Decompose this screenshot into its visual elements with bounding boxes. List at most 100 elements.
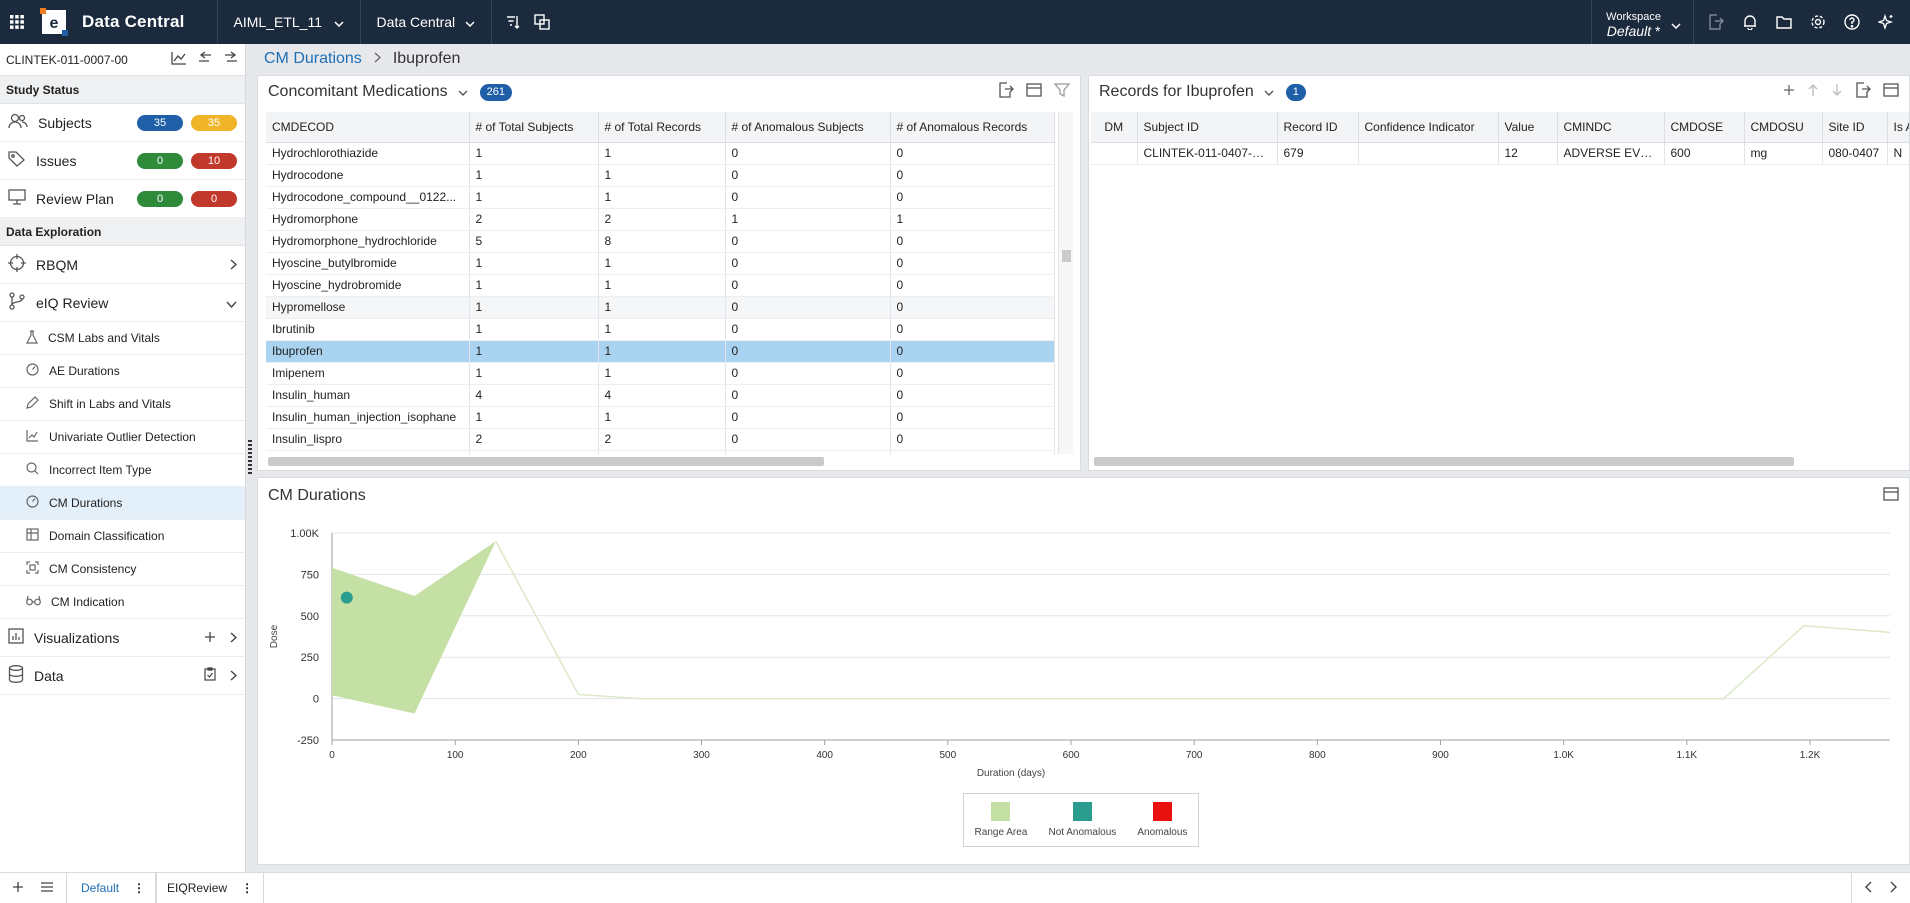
filter-list-icon[interactable] [500, 0, 528, 44]
table-row[interactable]: Hydrocodone 1 1 0 0 [266, 164, 1055, 187]
line-chart-icon[interactable] [171, 51, 187, 68]
status-badge[interactable]: 0 [137, 190, 183, 207]
legend-item-anomalous[interactable]: Anomalous [1137, 802, 1187, 838]
column-header[interactable]: CMDECOD [266, 112, 470, 143]
sparkle-icon[interactable] [1872, 0, 1900, 44]
clipboard-check-icon[interactable] [204, 667, 216, 684]
table-row[interactable]: Hydrocodone_compound__0122... 1 1 0 0 [266, 186, 1055, 209]
arrow-right-icon[interactable] [223, 51, 239, 68]
filter-icon[interactable] [1053, 82, 1071, 102]
table-row[interactable]: Insulin_human 4 4 0 0 [266, 384, 1055, 407]
column-header[interactable]: # of Anomalous Records [890, 112, 1055, 143]
status-badge[interactable]: 10 [191, 152, 237, 169]
layout-icon[interactable] [1883, 82, 1899, 102]
column-header[interactable]: Site ID [1822, 112, 1888, 143]
record-count-badge: 1 [1285, 83, 1306, 101]
export-icon[interactable] [1855, 81, 1871, 103]
data-point[interactable] [340, 591, 353, 604]
gear-icon[interactable] [1804, 0, 1832, 44]
export-icon[interactable] [1702, 0, 1730, 44]
column-header[interactable]: CMINDC [1557, 112, 1665, 143]
table-row[interactable]: Hydromorphone_hydrochloride 5 8 0 0 [266, 230, 1055, 253]
table-row[interactable]: Hydromorphone 2 2 1 1 [266, 208, 1055, 231]
sub-item-domain-classification[interactable]: Domain Classification [0, 520, 245, 553]
arrow-up-icon[interactable] [1807, 83, 1819, 102]
sub-item-csm-labs[interactable]: CSM Labs and Vitals [0, 322, 245, 355]
chevron-down-icon[interactable] [458, 83, 468, 101]
status-item-review-plan[interactable]: Review Plan 0 0 [0, 180, 245, 218]
sub-item-cm-indication[interactable]: CM Indication [0, 586, 245, 619]
status-badge[interactable]: 35 [191, 114, 237, 131]
table-row[interactable]: CLINTEK-011-0407-008 679 12 ADVERSE EVENT 60… [1091, 142, 1909, 165]
horizontal-scrollbar[interactable] [268, 457, 824, 466]
nav-item-visualizations[interactable]: Visualizations [0, 619, 245, 657]
table-row[interactable]: Ibrutinib 1 1 0 0 [266, 318, 1055, 341]
horizontal-scrollbar[interactable] [1094, 457, 1794, 466]
column-header[interactable]: # of Total Subjects [469, 112, 599, 143]
study-selector[interactable]: AIML_ETL_11 [216, 0, 360, 44]
plus-icon[interactable] [1783, 83, 1795, 101]
column-header[interactable]: Subject ID [1137, 112, 1278, 143]
folder-icon[interactable] [1770, 0, 1798, 44]
table-row[interactable]: Insulin_human_injection_isophane 1 1 0 0 [266, 406, 1055, 429]
nav-item-eiq-review[interactable]: eIQ Review [0, 284, 245, 322]
arrow-down-icon[interactable] [1831, 83, 1843, 102]
apps-grid-icon[interactable] [0, 0, 34, 44]
copy-layers-icon[interactable] [528, 0, 556, 44]
sidebar-resize-handle[interactable] [248, 440, 252, 476]
panel-title: Records for Ibuprofen [1099, 83, 1254, 100]
add-tab-icon[interactable] [12, 881, 24, 896]
status-item-issues[interactable]: Issues 0 10 [0, 142, 245, 180]
sub-item-univariate-outlier[interactable]: Univariate Outlier Detection [0, 421, 245, 454]
chevron-right-icon[interactable] [1890, 881, 1898, 896]
column-header[interactable]: # of Total Records [598, 112, 726, 143]
table-row[interactable]: Hyoscine_butylbromide 1 1 0 0 [266, 252, 1055, 275]
table-row[interactable]: Hydrochlorothiazide 1 1 0 0 [266, 142, 1055, 165]
export-icon[interactable] [998, 81, 1014, 103]
tab-default[interactable]: Default ⋮ [67, 872, 157, 903]
table-row[interactable]: Hypromellose 1 1 0 0 [266, 296, 1055, 319]
layout-icon[interactable] [1883, 486, 1899, 506]
vertical-scrollbar[interactable] [1058, 112, 1073, 454]
nav-item-data[interactable]: Data [0, 657, 245, 695]
kebab-icon[interactable]: ⋮ [133, 881, 145, 895]
table-row[interactable]: Ipratropium_bromide1100 [266, 450, 1055, 454]
workspace-selector[interactable]: Workspace Default * [1591, 0, 1694, 44]
column-header[interactable]: Record ID [1277, 112, 1359, 143]
status-badge[interactable]: 35 [137, 114, 183, 131]
sub-item-cm-consistency[interactable]: CM Consistency [0, 553, 245, 586]
bell-icon[interactable] [1736, 0, 1764, 44]
layout-icon[interactable] [1026, 82, 1042, 102]
legend-item-not-anomalous[interactable]: Not Anomalous [1048, 802, 1116, 838]
tab-eiqreview[interactable]: EIQReview ⋮ [156, 872, 265, 903]
column-header[interactable]: # of Anomalous Subjects [725, 112, 891, 143]
table-row[interactable]: Hyoscine_hydrobromide 1 1 0 0 [266, 274, 1055, 297]
column-header[interactable]: Value [1498, 112, 1558, 143]
plus-icon[interactable] [204, 630, 216, 646]
menu-icon[interactable] [40, 881, 54, 896]
sub-item-cm-durations[interactable]: CM Durations [0, 487, 245, 520]
nav-item-rbqm[interactable]: RBQM [0, 246, 245, 284]
kebab-icon[interactable]: ⋮ [241, 881, 253, 895]
breadcrumb-parent[interactable]: CM Durations [264, 50, 362, 68]
legend-item-range-area[interactable]: Range Area [975, 802, 1027, 838]
chevron-down-icon[interactable] [1264, 83, 1274, 101]
column-header[interactable]: Confidence Indicator [1358, 112, 1499, 143]
chevron-left-icon[interactable] [1864, 881, 1872, 896]
column-header[interactable]: DM [1091, 112, 1138, 143]
status-badge[interactable]: 0 [137, 152, 183, 169]
sub-item-ae-durations[interactable]: AE Durations [0, 355, 245, 388]
status-badge[interactable]: 0 [191, 190, 237, 207]
sub-item-shift-labs[interactable]: Shift in Labs and Vitals [0, 388, 245, 421]
status-item-subjects[interactable]: Subjects 35 35 [0, 104, 245, 142]
column-header[interactable]: CMDOSU [1744, 112, 1823, 143]
app-selector[interactable]: Data Central [359, 0, 491, 44]
arrow-left-icon[interactable] [197, 51, 213, 68]
table-row[interactable]: Insulin_lispro 2 2 0 0 [266, 428, 1055, 451]
sub-item-incorrect-item-type[interactable]: Incorrect Item Type [0, 454, 245, 487]
column-header[interactable]: Is A [1887, 112, 1909, 143]
column-header[interactable]: CMDOSE [1664, 112, 1745, 143]
table-row[interactable]: Ibuprofen 1 1 0 0 [266, 340, 1055, 363]
table-row[interactable]: Imipenem 1 1 0 0 [266, 362, 1055, 385]
help-icon[interactable] [1838, 0, 1866, 44]
